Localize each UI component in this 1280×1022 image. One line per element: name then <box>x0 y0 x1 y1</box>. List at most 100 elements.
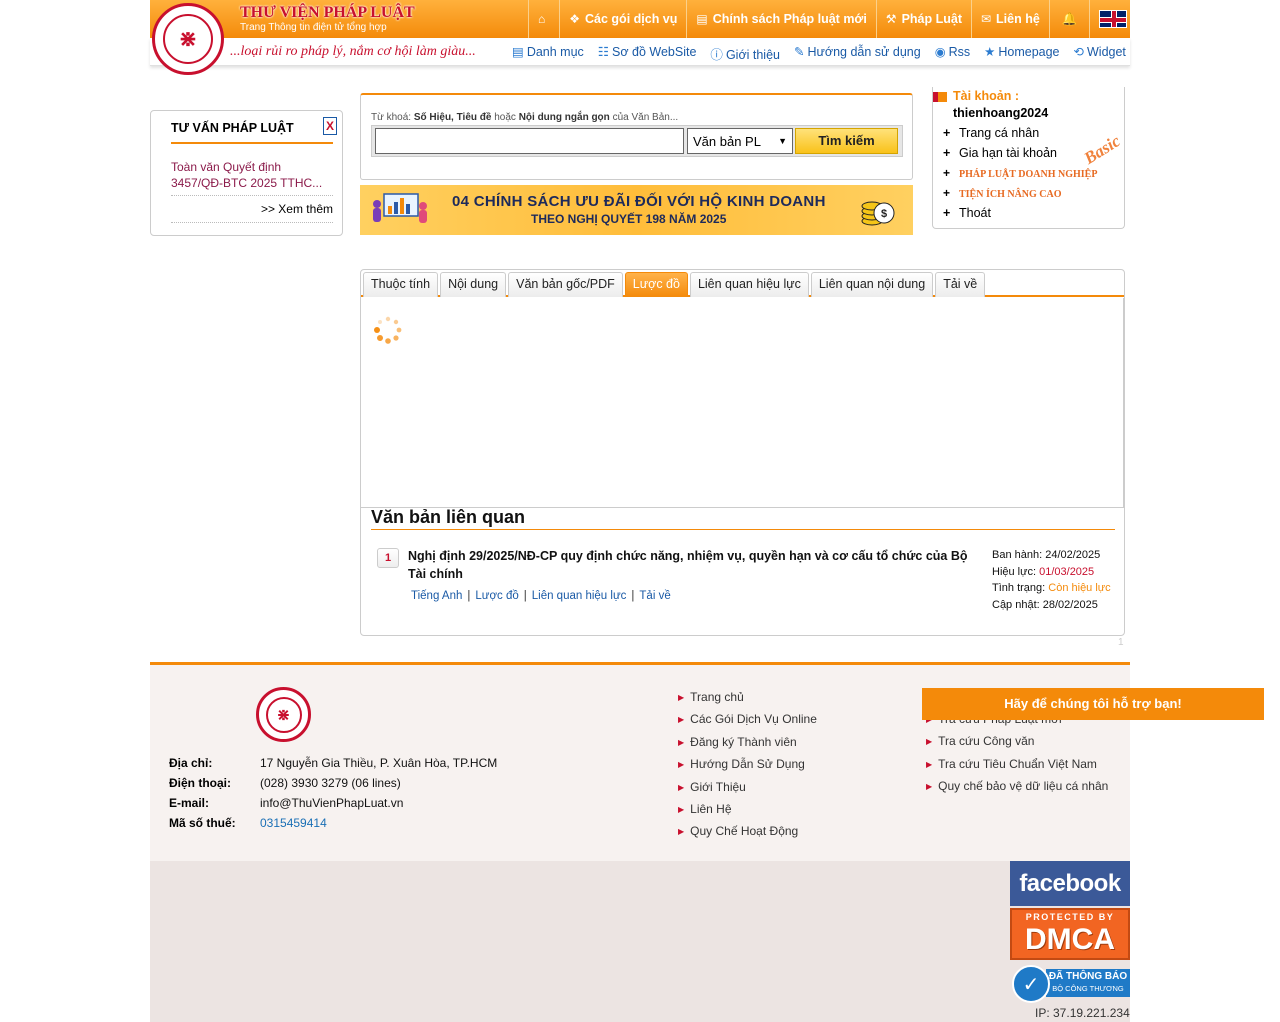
meta-label: Hiệu lực: <box>992 565 1037 578</box>
caret-right-icon: ▶ <box>678 715 685 725</box>
sub-nav-label: Danh mục <box>526 45 584 59</box>
footer-link-label: Hướng Dẫn Sử Dụng <box>690 757 805 772</box>
footer-link[interactable]: ▶ Các Gói Dịch Vụ Online <box>678 709 817 731</box>
footer-link[interactable]: ▶ Đăng ký Thành viên <box>678 732 817 754</box>
download-link[interactable]: Tải về <box>639 590 670 602</box>
people-illustration-icon <box>373 193 427 223</box>
tab-attributes[interactable]: Thuộc tính <box>363 272 439 297</box>
account-menu-item[interactable]: + PHÁP LUẬT DOANH NGHIỆP <box>943 165 1097 185</box>
sub-nav-homepage[interactable]: ★ Homepage <box>984 44 1059 63</box>
footer-link-label: Các Gói Dịch Vụ Online <box>690 712 817 727</box>
english-link[interactable]: Tiếng Anh <box>411 590 462 602</box>
tab-related-validity[interactable]: Liên quan hiệu lực <box>689 272 809 297</box>
related-item-title[interactable]: Nghị định 29/2025/NĐ-CP quy định chức nă… <box>408 547 978 583</box>
footer-link[interactable]: ▶ Giới Thiệu <box>678 777 817 799</box>
account-menu: + Trang cá nhân + Gia hạn tài khoản + PHÁP … <box>943 125 1097 225</box>
doc-type-select[interactable]: Văn bản PL ▼ <box>687 128 793 154</box>
ministry-line2: BỘ CÔNG THƯƠNG <box>1052 984 1124 993</box>
plus-icon: + <box>943 126 951 140</box>
search-input[interactable] <box>375 128 684 154</box>
footer-link-label: Giới Thiệu <box>690 779 746 794</box>
footer-link[interactable]: ▶ Quy chế bảo vệ dữ liệu cá nhân <box>926 776 1108 798</box>
search-box: Từ khoá: Số Hiệu, Tiêu đề hoặc Nội dung … <box>360 93 913 180</box>
see-more-link[interactable]: >> Xem thêm <box>261 202 333 216</box>
meta-value: 28/02/2025 <box>1042 598 1098 611</box>
footer-link[interactable]: ▶ Trang chủ <box>678 687 817 709</box>
footer-link[interactable]: ▶ Quy Chế Hoạt Động <box>678 821 817 843</box>
footer-link[interactable]: ▶ Tra cứu Tiêu Chuẩn Việt Nam <box>926 754 1108 776</box>
search-hint: Từ khoá: Số Hiệu, Tiêu đề hoặc Nội dung … <box>371 112 678 123</box>
sub-nav-catalog[interactable]: ▤ Danh mục <box>512 44 584 63</box>
brand-title[interactable]: THƯ VIỆN PHÁP LUẬT <box>240 4 415 22</box>
sub-nav-label: Homepage <box>998 45 1060 59</box>
caret-right-icon: ▶ <box>678 737 685 747</box>
top-nav-new-policies[interactable]: ▤ Chính sách Pháp luật mới <box>686 0 875 38</box>
sub-nav-sitemap[interactable]: ☷ Sơ đồ WebSite <box>598 44 697 63</box>
diagram-link[interactable]: Lược đồ <box>475 590 518 602</box>
company-info: Địa chỉ: 17 Nguyễn Gia Thiều, P. Xuân Hòa… <box>169 756 497 836</box>
sub-nav-about[interactable]: ⓘ Giới thiệu <box>710 44 780 63</box>
legal-advice-box: TƯ VẤN PHÁP LUẬT X Toàn văn Quyết định 3… <box>150 110 343 236</box>
facebook-badge[interactable]: facebook <box>1010 861 1130 906</box>
separator: | <box>467 590 471 602</box>
promo-banner[interactable]: 04 CHÍNH SÁCH ƯU ĐÃI ĐỐI VỚI HỘ KINH DOA… <box>360 185 913 235</box>
top-nav-contact[interactable]: ✉ Liên hệ <box>970 0 1049 38</box>
footer-link-label: Liên Hệ <box>690 801 732 816</box>
banner-headline: 04 CHÍNH SÁCH ƯU ĐÃI ĐỐI VỚI HỘ KINH DOA… <box>452 193 826 210</box>
caret-right-icon: ▶ <box>926 759 933 769</box>
footer-link[interactable]: ▶ Liên Hệ <box>678 799 817 821</box>
close-button[interactable]: X <box>323 117 337 135</box>
top-nav-notifications[interactable]: 🔔 <box>1048 0 1090 38</box>
support-chat-button[interactable]: Hãy để chúng tôi hỗ trợ bạn! <box>922 688 1264 720</box>
top-nav-home[interactable]: ⌂ <box>528 0 559 38</box>
tax-code-row: Mã số thuế: 0315459414 <box>169 816 497 836</box>
account-menu-item[interactable]: + Gia hạn tài khoản <box>943 145 1097 165</box>
footer-link[interactable]: ▶ Hướng Dẫn Sử Dụng <box>678 754 817 776</box>
search-button[interactable]: Tìm kiếm <box>795 128 898 154</box>
sub-nav: ▤ Danh mục ☷ Sơ đồ WebSite ⓘ Giới thiệu ✎ Hư… <box>512 44 1140 63</box>
account-menu-item[interactable]: + TIỆN ÍCH NÂNG CAO <box>943 185 1097 205</box>
ministry-notified-badge[interactable]: ĐÃ THÔNG BÁO BỘ CÔNG THƯƠNG ✓ <box>1010 963 1130 1005</box>
meta-issued: Ban hành: 24/02/2025 <box>992 547 1111 564</box>
info-value: 17 Nguyễn Gia Thiều, P. Xuân Hòa, TP.HCM <box>260 756 498 770</box>
tab-diagram[interactable]: Lược đồ <box>624 272 688 297</box>
legal-advice-link[interactable]: Toàn văn Quyết định 3457/QĐ-BTC 2025 TTH… <box>171 159 331 191</box>
address-row: Địa chỉ: 17 Nguyễn Gia Thiều, P. Xuân Hòa… <box>169 756 497 776</box>
divider <box>171 222 333 223</box>
tab-original-pdf[interactable]: Văn bản gốc/PDF <box>508 272 623 297</box>
info-icon: ⓘ <box>710 48 723 62</box>
info-label: E-mail: <box>169 796 210 810</box>
language-switch[interactable] <box>1089 0 1136 38</box>
footer-link[interactable]: ▶ Tra cứu Công văn <box>926 731 1108 753</box>
sub-nav-widget[interactable]: ⟲ Widget <box>1074 44 1126 63</box>
footer-link-label: Đăng ký Thành viên <box>690 734 797 749</box>
sub-nav-guide[interactable]: ✎ Hướng dẫn sử dụng <box>794 44 921 63</box>
top-nav-law[interactable]: ⚒ Pháp Luật <box>875 0 971 38</box>
home-icon: ⌂ <box>538 12 546 26</box>
tab-download[interactable]: Tải về <box>935 272 986 297</box>
dmca-badge[interactable]: PROTECTED BY DMCA <box>1010 908 1130 960</box>
sub-nav-label: Rss <box>948 45 971 59</box>
caret-right-icon: ▶ <box>678 827 685 837</box>
dmca-caption: PROTECTED BY <box>1025 912 1115 922</box>
newspaper-icon: ▤ <box>696 12 708 26</box>
related-item-meta: Ban hành: 24/02/2025 Hiệu lực: 01/03/202… <box>992 547 1111 613</box>
sub-nav-label: Giới thiệu <box>725 48 780 62</box>
ip-address: IP: 37.19.221.234 <box>1035 1006 1130 1020</box>
sub-nav-rss[interactable]: ◉ Rss <box>935 44 970 63</box>
tab-related-content[interactable]: Liên quan nội dung <box>810 272 934 297</box>
hint-text: Từ khoá: <box>371 112 412 123</box>
tax-code-link[interactable]: 0315459414 <box>260 816 327 836</box>
ministry-line1: ĐÃ THÔNG BÁO <box>1048 971 1128 982</box>
account-menu-item[interactable]: + Trang cá nhân <box>943 125 1097 145</box>
separator: | <box>523 590 527 602</box>
hint-bold: Nội dung ngắn gọn <box>518 112 610 123</box>
checkmark-icon: ✓ <box>1012 965 1050 1003</box>
top-nav-service-packages[interactable]: ❖ Các gói dịch vụ <box>559 0 686 38</box>
logo-emblem-icon: ⋇ <box>265 696 302 733</box>
site-logo[interactable]: ⋇ <box>152 3 224 75</box>
related-validity-link[interactable]: Liên quan hiệu lực <box>532 590 627 602</box>
tab-content[interactable]: Nội dung <box>440 272 507 297</box>
account-menu-item[interactable]: + Thoát <box>943 205 1097 225</box>
related-item-number: 1 <box>377 548 399 568</box>
